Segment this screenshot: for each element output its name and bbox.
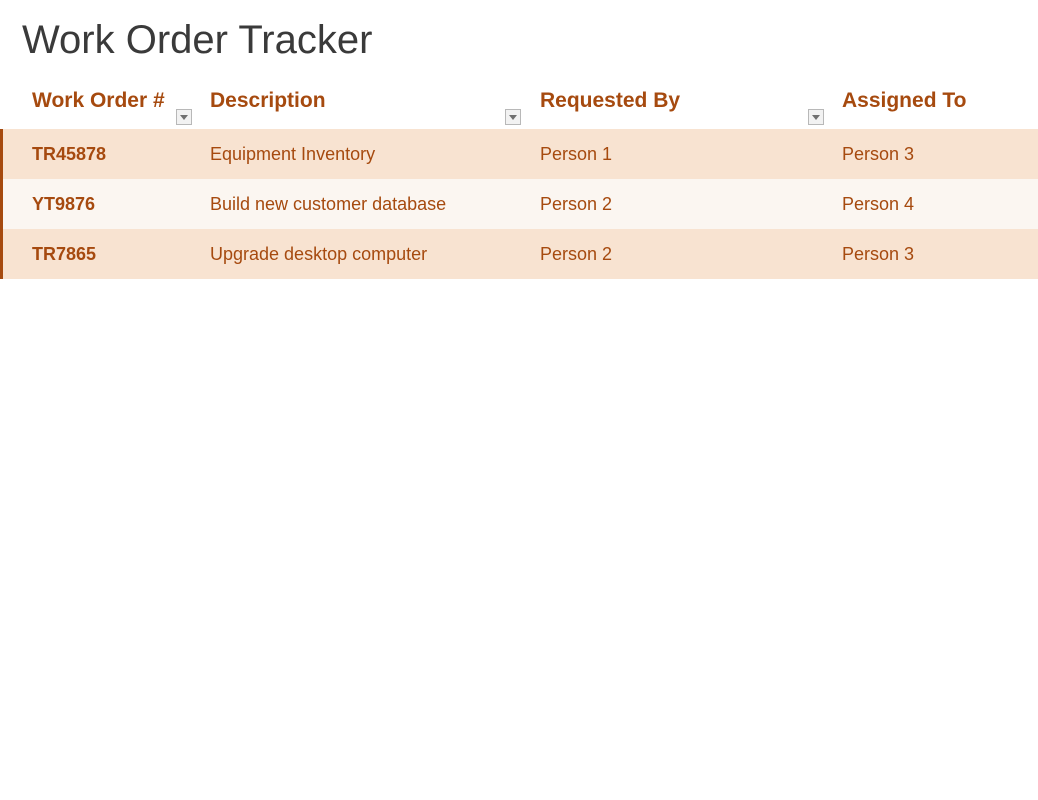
table-row[interactable]: TR7865 Upgrade desktop computer Person 2… [0, 229, 1038, 279]
chevron-down-icon [180, 108, 188, 126]
chevron-down-icon [509, 108, 517, 126]
table-row[interactable]: YT9876 Build new customer database Perso… [0, 179, 1038, 229]
column-header-requested-by-label: Requested By [540, 89, 680, 113]
table-body: TR45878 Equipment Inventory Person 1 Per… [0, 129, 1038, 279]
cell-description: Upgrade desktop computer [210, 244, 540, 265]
cell-order: YT9876 [3, 194, 210, 215]
cell-requested-by: Person 2 [540, 244, 842, 265]
column-header-description-label: Description [210, 89, 326, 113]
cell-description: Build new customer database [210, 194, 540, 215]
filter-dropdown-requested-by[interactable] [808, 109, 824, 125]
column-header-requested-by[interactable]: Requested By [540, 89, 842, 113]
filter-dropdown-description[interactable] [505, 109, 521, 125]
cell-requested-by: Person 1 [540, 144, 842, 165]
column-header-assigned-to[interactable]: Assigned To [842, 89, 1038, 113]
cell-assigned-to: Person 3 [842, 144, 1038, 165]
cell-requested-by: Person 2 [540, 194, 842, 215]
chevron-down-icon [812, 108, 820, 126]
filter-dropdown-order[interactable] [176, 109, 192, 125]
column-header-order-label: Work Order # [32, 89, 165, 113]
table-header-row: Work Order # Description Requested By As… [0, 85, 1038, 129]
table-row[interactable]: TR45878 Equipment Inventory Person 1 Per… [0, 129, 1038, 179]
page-title: Work Order Tracker [0, 0, 1038, 85]
work-order-table: Work Order # Description Requested By As… [0, 85, 1038, 279]
cell-order: TR7865 [3, 244, 210, 265]
cell-assigned-to: Person 4 [842, 194, 1038, 215]
cell-order: TR45878 [3, 144, 210, 165]
cell-description: Equipment Inventory [210, 144, 540, 165]
column-header-assigned-to-label: Assigned To [842, 89, 966, 113]
cell-assigned-to: Person 3 [842, 244, 1038, 265]
column-header-description[interactable]: Description [210, 89, 540, 113]
